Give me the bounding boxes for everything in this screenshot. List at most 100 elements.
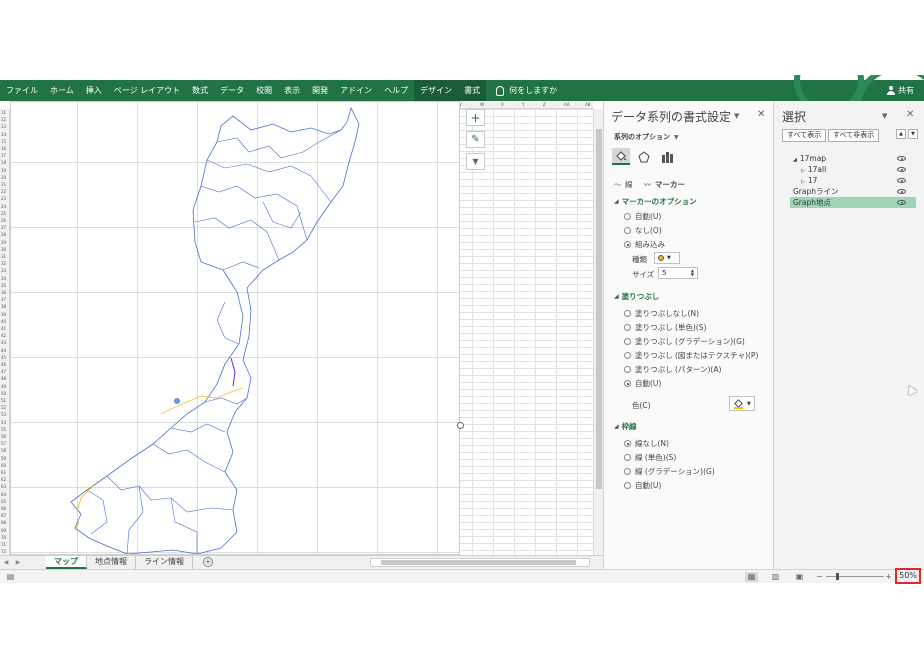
- ribbon-tab[interactable]: アドイン: [334, 80, 378, 101]
- ribbon-context-tab[interactable]: デザイン: [414, 80, 459, 101]
- visibility-eye-icon[interactable]: [897, 167, 906, 172]
- radio-button[interactable]: [624, 227, 631, 234]
- send-backward-button[interactable]: ▼: [908, 129, 918, 139]
- row-header[interactable]: 60: [1, 463, 6, 468]
- radio-option[interactable]: 塗りつぶし (パターン)(A): [624, 364, 721, 375]
- map-chart[interactable]: [10, 101, 460, 555]
- row-header[interactable]: 50: [1, 391, 6, 396]
- row-header[interactable]: 65: [1, 499, 6, 504]
- macro-record-icon[interactable]: ▤: [4, 572, 17, 582]
- radio-button[interactable]: [624, 324, 631, 331]
- normal-view-button[interactable]: ▦: [745, 572, 758, 582]
- ribbon-tab[interactable]: 数式: [186, 80, 214, 101]
- expand-arrow-icon[interactable]: ◢: [793, 157, 797, 163]
- row-header[interactable]: 28: [1, 232, 6, 237]
- radio-option[interactable]: 線なし(N): [624, 438, 669, 449]
- add-sheet-button[interactable]: +: [203, 557, 213, 567]
- zoom-slider[interactable]: [826, 576, 884, 577]
- row-header[interactable]: 58: [1, 448, 6, 453]
- row-header[interactable]: 17: [1, 153, 6, 158]
- row-header[interactable]: 72: [1, 549, 6, 554]
- ribbon-tab[interactable]: ヘルプ: [378, 80, 414, 101]
- row-header[interactable]: 29: [1, 240, 6, 245]
- radio-option[interactable]: 塗りつぶし (単色)(S): [624, 322, 706, 333]
- radio-option[interactable]: 自動(U): [624, 211, 661, 222]
- format-pane-close-icon[interactable]: ✕: [757, 109, 765, 120]
- radio-button[interactable]: [624, 241, 631, 248]
- row-header[interactable]: 11: [1, 110, 6, 115]
- row-header[interactable]: 71: [1, 542, 6, 547]
- row-header[interactable]: 51: [1, 398, 6, 403]
- fill-color-picker[interactable]: ▼: [729, 396, 755, 411]
- row-header[interactable]: 13: [1, 124, 6, 129]
- row-header[interactable]: 27: [1, 225, 6, 230]
- row-header[interactable]: 20: [1, 175, 6, 180]
- effects-tab[interactable]: [635, 148, 653, 165]
- border-section[interactable]: ◢ 枠線: [614, 421, 637, 432]
- row-header[interactable]: 56: [1, 434, 6, 439]
- series-options-dropdown[interactable]: 系列のオプション ▼: [614, 132, 679, 142]
- radio-button[interactable]: [624, 310, 631, 317]
- ribbon-tab[interactable]: 校閲: [250, 80, 278, 101]
- row-header[interactable]: 12: [1, 117, 6, 122]
- zoom-out-button[interactable]: −: [813, 572, 826, 582]
- expand-arrow-icon[interactable]: ▷: [801, 179, 805, 185]
- row-header[interactable]: 46: [1, 362, 6, 367]
- row-header[interactable]: 57: [1, 441, 6, 446]
- selection-item[interactable]: ▷ 17all: [790, 164, 916, 175]
- row-header[interactable]: 53: [1, 412, 6, 417]
- radio-option[interactable]: なし(O): [624, 225, 662, 236]
- row-header[interactable]: 36: [1, 290, 6, 295]
- row-header[interactable]: 68: [1, 520, 6, 525]
- row-header[interactable]: 45: [1, 355, 6, 360]
- ribbon-tab[interactable]: ページ レイアウト: [108, 80, 186, 101]
- visibility-eye-icon[interactable]: [897, 200, 906, 205]
- ribbon-tab[interactable]: ホーム: [44, 80, 80, 101]
- row-header[interactable]: 55: [1, 427, 6, 432]
- row-header[interactable]: 31: [1, 254, 6, 259]
- row-header[interactable]: 33: [1, 268, 6, 273]
- row-header[interactable]: 62: [1, 477, 6, 482]
- vertical-scrollbar[interactable]: [593, 109, 603, 555]
- row-header[interactable]: 66: [1, 506, 6, 511]
- marker-type-dropdown[interactable]: ▼: [654, 252, 680, 264]
- visibility-eye-icon[interactable]: [897, 189, 906, 194]
- marker-tab[interactable]: 〰 マーカー: [644, 179, 685, 190]
- row-header[interactable]: 15: [1, 139, 6, 144]
- sheet-tab[interactable]: 地点情報: [87, 556, 136, 569]
- chart-styles-button[interactable]: ✎: [466, 131, 485, 148]
- row-header[interactable]: 52: [1, 405, 6, 410]
- expand-arrow-icon[interactable]: ▷: [801, 168, 805, 174]
- row-header[interactable]: 63: [1, 484, 6, 489]
- row-header[interactable]: 41: [1, 326, 6, 331]
- radio-button[interactable]: [624, 366, 631, 373]
- sheet-tab[interactable]: ライン情報: [136, 556, 193, 569]
- radio-button[interactable]: [624, 454, 631, 461]
- line-tab[interactable]: 〜 線: [614, 179, 633, 190]
- pane-menu-caret-icon[interactable]: ▼: [734, 112, 739, 120]
- bring-forward-button[interactable]: ▲: [896, 129, 906, 139]
- hide-all-button[interactable]: すべて非表示: [828, 129, 880, 142]
- row-header[interactable]: 16: [1, 146, 6, 151]
- row-header[interactable]: 25: [1, 211, 6, 216]
- row-header[interactable]: 67: [1, 513, 6, 518]
- radio-option[interactable]: 組み込み: [624, 239, 665, 250]
- radio-button[interactable]: [624, 338, 631, 345]
- chart-resize-handle[interactable]: [457, 422, 464, 429]
- selection-item[interactable]: Graph地点: [790, 197, 916, 208]
- prev-sheet-arrow[interactable]: ◀: [0, 556, 12, 569]
- row-header[interactable]: 30: [1, 247, 6, 252]
- chart-elements-button[interactable]: +: [466, 109, 485, 126]
- row-header[interactable]: 59: [1, 456, 6, 461]
- row-header[interactable]: 54: [1, 420, 6, 425]
- fill-section[interactable]: ◢ 塗りつぶし: [614, 291, 659, 302]
- radio-option[interactable]: 線 (グラデーション)(G): [624, 466, 715, 477]
- vertical-scroll-thumb[interactable]: [596, 129, 602, 489]
- chart-filter-button[interactable]: ▼: [466, 153, 485, 170]
- row-header[interactable]: 64: [1, 492, 6, 497]
- column-header[interactable]: AA: [564, 102, 570, 107]
- page-break-preview-button[interactable]: ▣: [793, 572, 806, 582]
- visibility-eye-icon[interactable]: [897, 156, 906, 161]
- selection-item[interactable]: ◢ 17map: [790, 153, 916, 164]
- horizontal-scrollbar[interactable]: [370, 558, 590, 567]
